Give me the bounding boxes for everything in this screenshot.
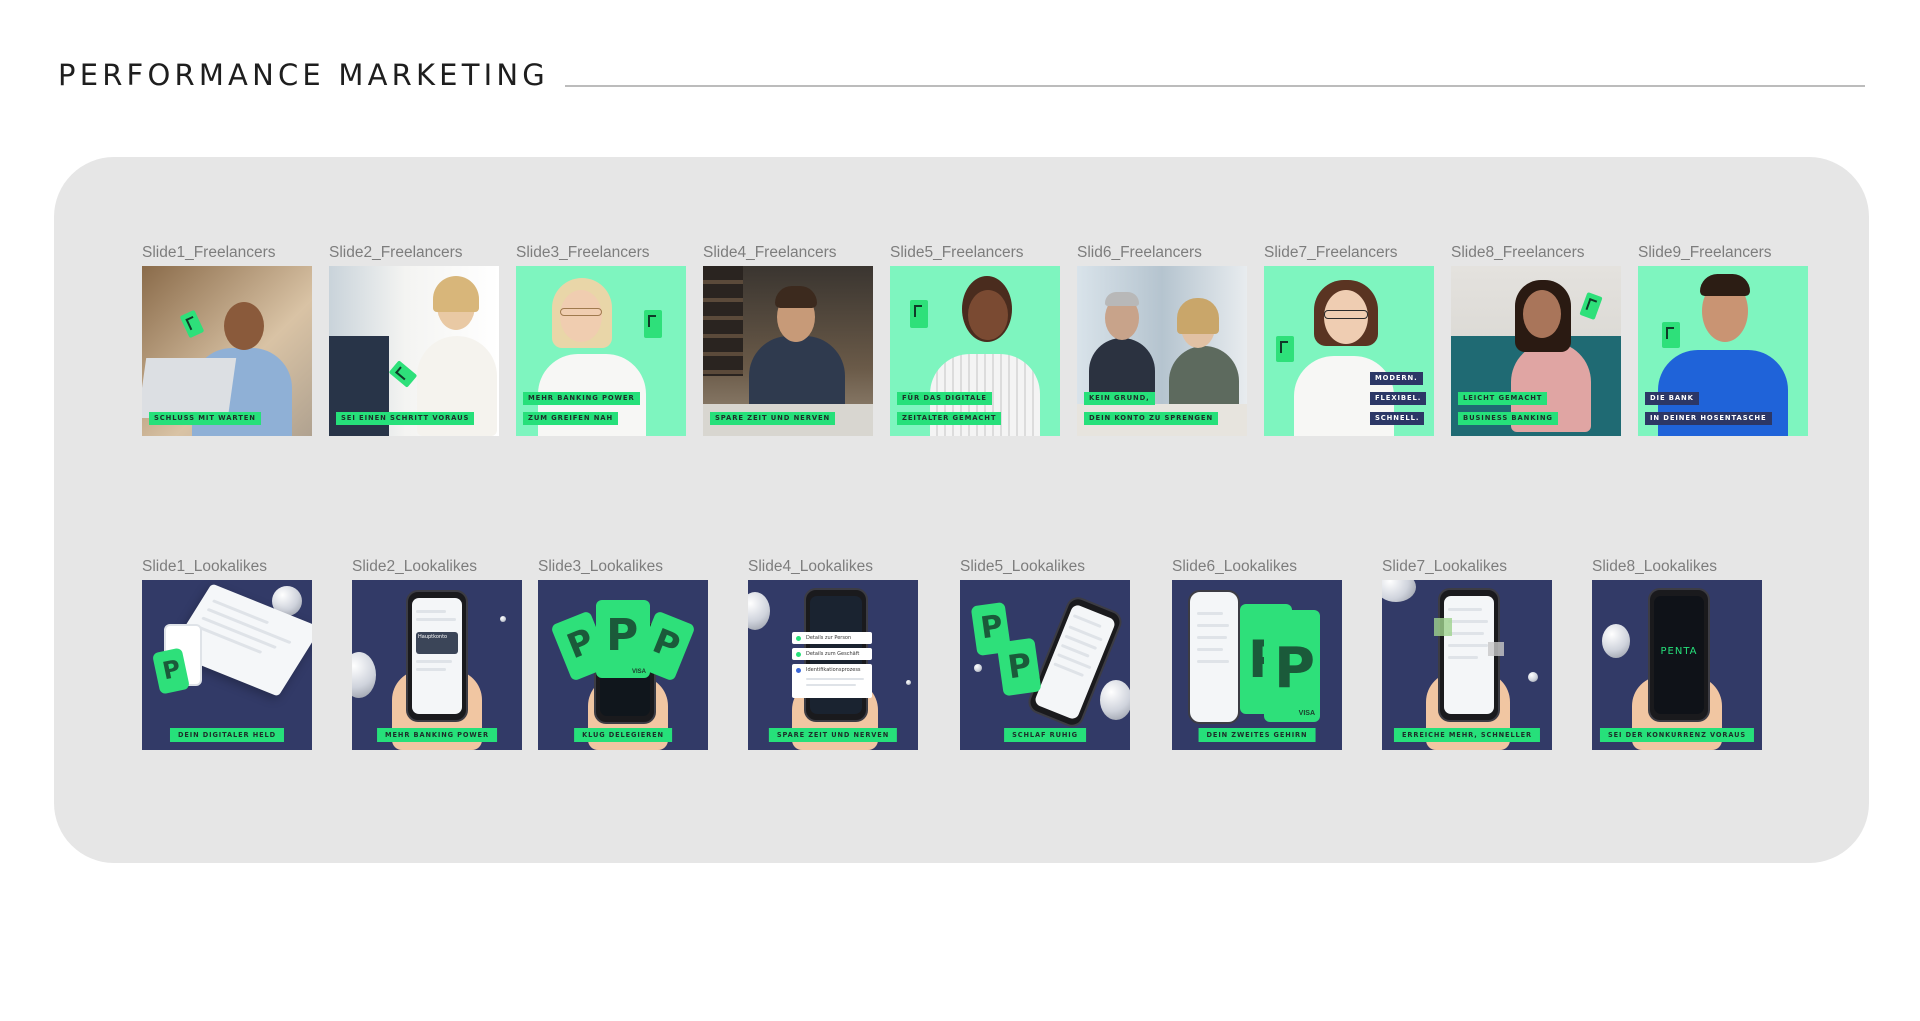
slide-thumbnail[interactable]: DIE BANK IN DEINER HOSENTASCHE <box>1638 266 1808 436</box>
step-item: Details zur Person <box>792 632 872 644</box>
freelancer-slide-2[interactable]: Slide2_Freelancers SEI EINEN SCHRITT VOR… <box>329 244 499 436</box>
step-item: Identifikationsprozess <box>806 667 861 673</box>
step-item: Details zum Geschäft <box>792 648 872 660</box>
slide-tag: DEIN DIGITALER HELD <box>169 728 285 742</box>
slide-tag: FÜR DAS DIGITALE <box>897 392 992 405</box>
slide-label: Slide8_Lookalikes <box>1592 558 1717 575</box>
slide-tag: DEIN ZWEITES GEHIRN <box>1198 728 1316 742</box>
slide-thumbnail[interactable]: P DEIN DIGITALER HELD <box>142 580 312 750</box>
lookalike-slide-4[interactable]: Slide4_Lookalikes Details zur Person Det… <box>748 558 918 750</box>
slide-thumbnail[interactable]: KEIN GRUND, DEIN KONTO ZU SPRENGEN <box>1077 266 1247 436</box>
freelancer-slide-5[interactable]: Slide5_Freelancers FÜR DAS DIGITALE ZEIT… <box>890 244 1060 436</box>
slide-tag: MEHR BANKING POWER <box>377 728 497 742</box>
freelancer-slide-8[interactable]: Slide8_Freelancers LEICHT GEMACHT BUSINE… <box>1451 244 1621 436</box>
slide-thumbnail[interactable]: P P SCHLAF RUHIG <box>960 580 1130 750</box>
freelancer-slide-3[interactable]: Slide3_Freelancers MEHR BANKING POWER ZU… <box>516 244 686 436</box>
lookalike-slide-1[interactable]: Slide1_Lookalikes P DEIN DIGITALER HELD <box>142 558 312 750</box>
slide-thumbnail[interactable]: P P P VISA KLUG DELEGIEREN <box>538 580 708 750</box>
slide-tag: KLUG DELEGIEREN <box>574 728 672 742</box>
lookalike-slide-8[interactable]: Slide8_Lookalikes PENTA SEI DER KONKURRE… <box>1592 558 1762 750</box>
slide-label: Slide4_Lookalikes <box>748 558 873 575</box>
slide-thumbnail[interactable]: Details zur Person Details zum Geschäft … <box>748 580 918 750</box>
slide-tag: MODERN. <box>1370 372 1423 385</box>
slide-label: Slide6_Lookalikes <box>1172 558 1297 575</box>
slide-label: Slide3_Freelancers <box>516 244 650 261</box>
slide-label: Slide2_Lookalikes <box>352 558 477 575</box>
account-label: Hauptkonto <box>418 634 448 640</box>
slide-tag: SCHLUSS MIT WARTEN <box>149 412 261 425</box>
freelancer-slide-9[interactable]: Slide9_Freelancers DIE BANK IN DEINER HO… <box>1638 244 1808 436</box>
lookalike-slide-2[interactable]: Slide2_Lookalikes Hauptkonto MEHR BANKIN… <box>352 558 522 750</box>
visa-label: VISA <box>631 669 646 675</box>
freelancer-slide-4[interactable]: Slide4_Freelancers SPARE ZEIT UND NERVEN <box>703 244 873 436</box>
slide-tag: ERREICHE MEHR, SCHNELLER <box>1393 728 1541 742</box>
slide-thumbnail[interactable]: FÜR DAS DIGITALE ZEITALTER GEMACHT <box>890 266 1060 436</box>
slide-thumbnail[interactable]: Hauptkonto MEHR BANKING POWER <box>352 580 522 750</box>
slide-tag: ZUM GREIFEN NAH <box>523 412 619 425</box>
page-title: PERFORMANCE MARKETING <box>58 58 549 92</box>
slide-tag: KEIN GRUND, <box>1084 392 1155 405</box>
slide-tag: DEIN KONTO ZU SPRENGEN <box>1084 412 1219 425</box>
slide-label: Slide2_Freelancers <box>329 244 463 261</box>
slide-label: Slide1_Lookalikes <box>142 558 267 575</box>
slide-label: Slid6_Freelancers <box>1077 244 1202 261</box>
lookalike-slide-5[interactable]: Slide5_Lookalikes P P SCHLAF RUHIG <box>960 558 1130 750</box>
freelancer-slide-7[interactable]: Slide7_Freelancers MODERN. FLEXIBEL. SCH… <box>1264 244 1434 436</box>
slide-label: Slide5_Freelancers <box>890 244 1024 261</box>
slide-tag: IN DEINER HOSENTASCHE <box>1645 412 1772 425</box>
slide-label: Slide7_Lookalikes <box>1382 558 1507 575</box>
slide-tag: SCHLAF RUHIG <box>1004 728 1086 742</box>
slide-tag: LEICHT GEMACHT <box>1458 392 1548 405</box>
slide-label: Slide4_Freelancers <box>703 244 837 261</box>
slide-thumbnail[interactable]: SPARE ZEIT UND NERVEN <box>703 266 873 436</box>
slide-label: Slide1_Freelancers <box>142 244 276 261</box>
slide-tag: ZEITALTER GEMACHT <box>897 412 1002 425</box>
lookalike-slide-6[interactable]: Slide6_Lookalikes P PVISA DEIN ZWEITES G… <box>1172 558 1342 750</box>
slide-tag: FLEXIBEL. <box>1370 392 1427 405</box>
slide-tag: SCHNELL. <box>1370 412 1425 425</box>
slide-tag: BUSINESS BANKING <box>1458 412 1558 425</box>
penta-logo: PENTA <box>1660 646 1698 657</box>
slide-tag: MEHR BANKING POWER <box>523 392 640 405</box>
slide-label: Slide5_Lookalikes <box>960 558 1085 575</box>
slide-thumbnail[interactable]: LEICHT GEMACHT BUSINESS BANKING <box>1451 266 1621 436</box>
slide-thumbnail[interactable]: ERREICHE MEHR, SCHNELLER <box>1382 580 1552 750</box>
slide-tag: SPARE ZEIT UND NERVEN <box>710 412 836 425</box>
slide-thumbnail[interactable]: SCHLUSS MIT WARTEN <box>142 266 312 436</box>
slide-label: Slide8_Freelancers <box>1451 244 1585 261</box>
header-divider <box>565 85 1865 87</box>
slide-thumbnail[interactable]: PENTA SEI DER KONKURRENZ VORAUS <box>1592 580 1762 750</box>
slide-tag: SPARE ZEIT UND NERVEN <box>768 728 898 742</box>
lookalike-slide-3[interactable]: Slide3_Lookalikes P P P VISA KLUG DELEGIE… <box>538 558 708 750</box>
slide-tag: DIE BANK <box>1645 392 1699 405</box>
slide-thumbnail[interactable]: MODERN. FLEXIBEL. SCHNELL. <box>1264 266 1434 436</box>
freelancer-slide-6[interactable]: Slid6_Freelancers KEIN GRUND, DEIN KONTO… <box>1077 244 1247 436</box>
slide-label: Slide9_Freelancers <box>1638 244 1772 261</box>
slide-thumbnail[interactable]: SEI EINEN SCHRITT VORAUS <box>329 266 499 436</box>
slide-thumbnail[interactable]: P PVISA DEIN ZWEITES GEHIRN <box>1172 580 1342 750</box>
lookalike-slide-7[interactable]: Slide7_Lookalikes ERREICHE MEHR, SCHNELL… <box>1382 558 1552 750</box>
slide-label: Slide7_Freelancers <box>1264 244 1398 261</box>
freelancer-slide-1[interactable]: Slide1_Freelancers SCHLUSS MIT WARTEN <box>142 244 312 436</box>
slide-tag: SEI EINEN SCHRITT VORAUS <box>336 412 475 425</box>
slide-label: Slide3_Lookalikes <box>538 558 663 575</box>
slide-tag: SEI DER KONKURRENZ VORAUS <box>1599 728 1755 742</box>
slide-thumbnail[interactable]: MEHR BANKING POWER ZUM GREIFEN NAH <box>516 266 686 436</box>
visa-label: VISA <box>1298 710 1315 717</box>
